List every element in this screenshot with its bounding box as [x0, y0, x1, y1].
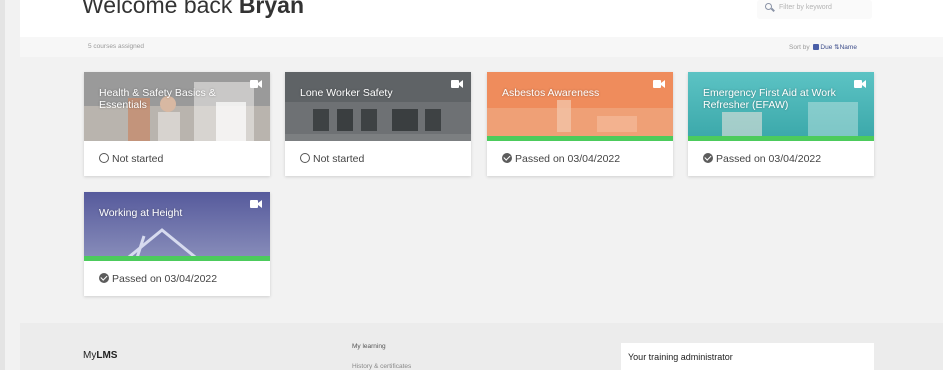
page-header: Welcome back Bryan Filter by keyword — [20, 0, 943, 37]
course-title: Emergency First Aid at Work Refresher (E… — [703, 87, 836, 111]
status-text: Passed on 03/04/2022 — [112, 273, 218, 285]
course-status: Passed on 03/04/2022 — [502, 153, 620, 165]
course-card[interactable]: Health & Safety Basics & Essentials Not … — [84, 72, 270, 176]
assigned-count: 5 courses assigned — [88, 43, 145, 50]
course-status: Passed on 03/04/2022 — [99, 273, 217, 285]
search-icon — [765, 3, 772, 10]
progress-bar — [688, 136, 874, 141]
course-status: Not started — [300, 153, 364, 165]
video-camera-icon — [250, 80, 262, 88]
course-thumbnail: Health & Safety Basics & Essentials — [84, 72, 270, 141]
course-title: Health & Safety Basics & Essentials — [99, 87, 216, 111]
page-footer: MyLMS My learning History & certificates… — [20, 323, 943, 370]
course-card[interactable]: Emergency First Aid at Work Refresher (E… — [688, 72, 874, 176]
course-image — [84, 192, 270, 261]
course-thumbnail: Emergency First Aid at Work Refresher (E… — [688, 72, 874, 141]
left-rail — [0, 0, 5, 370]
video-camera-icon — [250, 200, 262, 208]
circle-outline-icon — [99, 153, 109, 163]
user-name: Bryan — [238, 0, 305, 18]
video-camera-icon — [653, 80, 665, 88]
course-title: Working at Height — [99, 207, 183, 219]
footer-brand: MyLMS — [83, 350, 117, 361]
course-card[interactable]: Working at Height Passed on 03/04/2022 — [84, 192, 270, 296]
progress-bar — [487, 136, 673, 141]
check-circle-icon — [502, 153, 512, 163]
circle-outline-icon — [300, 153, 310, 163]
course-image — [285, 72, 471, 141]
search-placeholder: Filter by keyword — [779, 4, 832, 11]
training-admin-panel: Your training administrator — [621, 343, 874, 370]
course-thumbnail: Lone Worker Safety — [285, 72, 471, 141]
course-thumbnail: Asbestos Awareness — [487, 72, 673, 141]
sort-name-option[interactable]: Name — [840, 44, 857, 51]
footer-link-history[interactable]: History & certificates — [352, 363, 411, 370]
course-status: Not started — [99, 153, 163, 165]
video-camera-icon — [854, 80, 866, 88]
status-text: Passed on 03/04/2022 — [515, 153, 621, 165]
check-circle-icon — [703, 153, 713, 163]
status-text: Not started — [112, 153, 164, 165]
search-input[interactable]: Filter by keyword — [757, 0, 872, 19]
brand-bold: LMS — [96, 350, 118, 361]
course-card[interactable]: Lone Worker Safety Not started — [285, 72, 471, 176]
status-text: Not started — [313, 153, 365, 165]
calendar-icon — [813, 44, 820, 50]
page-title: Welcome back Bryan — [82, 0, 304, 19]
course-title: Asbestos Awareness — [502, 87, 600, 99]
footer-link-my-learning[interactable]: My learning — [352, 343, 386, 350]
check-circle-icon — [99, 273, 109, 283]
status-text: Passed on 03/04/2022 — [716, 153, 822, 165]
brand-prefix: My — [83, 350, 97, 361]
welcome-lead: Welcome back — [82, 0, 233, 18]
course-toolbar: 5 courses assigned Sort by Due ⇅Name — [20, 37, 943, 57]
course-title: Lone Worker Safety — [300, 87, 393, 99]
video-camera-icon — [451, 80, 463, 88]
course-card[interactable]: Asbestos Awareness Passed on 03/04/2022 — [487, 72, 673, 176]
sort-label: Sort by — [789, 44, 810, 51]
course-thumbnail: Working at Height — [84, 192, 270, 261]
progress-bar — [84, 256, 270, 261]
sort-due-option[interactable]: Due — [820, 44, 832, 51]
admin-title: Your training administrator — [628, 352, 733, 362]
course-status: Passed on 03/04/2022 — [703, 153, 821, 165]
course-image — [487, 72, 673, 141]
sort-controls: Sort by Due ⇅Name — [789, 43, 857, 51]
